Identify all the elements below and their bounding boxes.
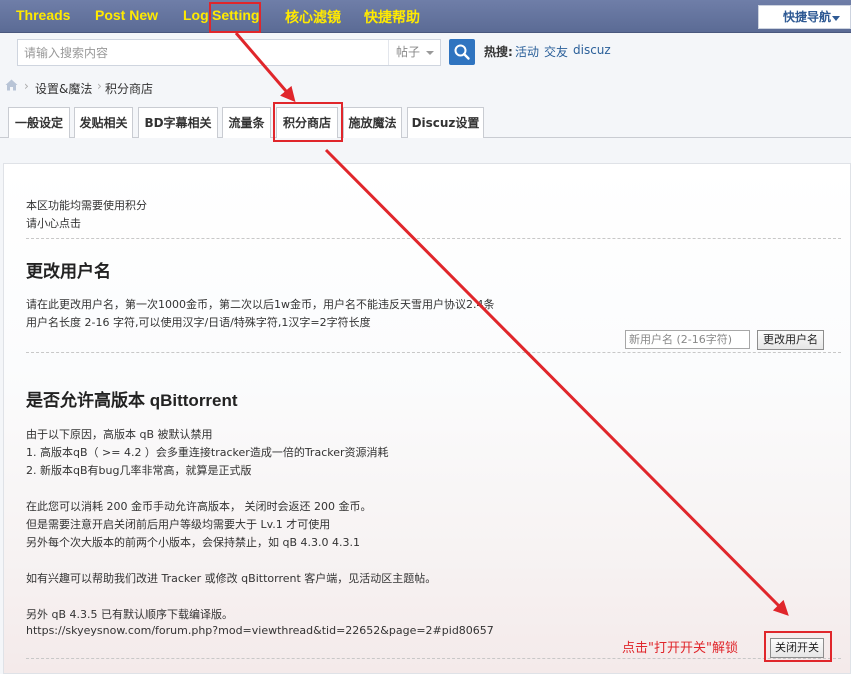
- search-type-select[interactable]: 帖子: [388, 40, 441, 65]
- hot-search-label: 热搜:: [484, 45, 513, 59]
- quick-nav-button[interactable]: 快捷导航: [758, 5, 851, 29]
- search-box: 帖子: [17, 39, 441, 66]
- breadcrumb-settings[interactable]: 设置&魔法: [35, 80, 92, 97]
- rename-desc-2: 用户名长度 2-16 字符,可以使用汉字/日语/特殊字符,1汉字=2字符长度: [26, 316, 371, 329]
- hot-link-social[interactable]: 交友: [544, 43, 568, 60]
- qbt-line: 在此您可以消耗 200 金币手动允许高版本， 关闭时会返还 200 金币。: [26, 500, 372, 513]
- divider: [26, 352, 841, 353]
- nav-log[interactable]: Log: [183, 7, 209, 23]
- nav-core-filter[interactable]: 核心滤镜: [285, 7, 341, 27]
- breadcrumb-shop[interactable]: 积分商店: [105, 80, 153, 97]
- tab-bd-subtitles[interactable]: BD字幕相关: [138, 107, 218, 138]
- hot-link-discuz[interactable]: discuz: [573, 43, 611, 57]
- search-icon: [454, 44, 470, 60]
- new-username-input[interactable]: [625, 330, 750, 349]
- qbt-line: 另外 qB 4.3.5 已有默认顺序下载编译版。: [26, 608, 234, 621]
- search-type-label: 帖子: [396, 45, 421, 59]
- breadcrumb-separator: ›: [24, 79, 29, 93]
- divider: [26, 238, 841, 239]
- tab-cast-magic[interactable]: 施放魔法: [343, 107, 402, 138]
- rename-title: 更改用户名: [26, 262, 111, 281]
- quick-nav-label: 快捷导航: [783, 10, 832, 24]
- highlight-points-shop: [273, 102, 343, 142]
- tab-posting[interactable]: 发贴相关: [74, 107, 133, 138]
- tab-general[interactable]: 一般设定: [8, 107, 70, 138]
- hot-link-activity[interactable]: 活动: [515, 43, 539, 60]
- annotation-text: 点击"打开开关"解锁: [622, 641, 738, 656]
- nav-threads[interactable]: Threads: [16, 7, 70, 23]
- tab-traffic-bar[interactable]: 流量条: [222, 107, 271, 138]
- rename-desc-1: 请在此更改用户名，第一次1000金币，第二次以后1w金币，用户名不能违反天雪用户…: [26, 298, 495, 311]
- chevron-down-icon: [832, 16, 840, 21]
- nav-quick-help[interactable]: 快捷帮助: [364, 7, 420, 27]
- qbt-line: 如有兴趣可以帮助我们改进 Tracker 或修改 qBittorrent 客户端…: [26, 572, 437, 585]
- nav-post-new[interactable]: Post New: [95, 7, 158, 23]
- divider: [26, 658, 841, 659]
- top-nav: Threads Post New Log Setting 核心滤镜 快捷帮助 快…: [0, 0, 851, 33]
- highlight-toggle-button: [764, 631, 832, 662]
- home-icon[interactable]: [5, 79, 18, 91]
- chevron-down-icon: [426, 51, 434, 55]
- qbt-line: 另外每个次大版本的前两个小版本，会保持禁止，如 qB 4.3.0 4.3.1: [26, 536, 360, 549]
- qbt-line: 但是需要注意开启关闭前后用户等级均需要大于 Lv.1 才可使用: [26, 518, 331, 531]
- breadcrumb-separator: ›: [97, 79, 102, 93]
- content-panel: [3, 163, 851, 674]
- notice-line-2: 请小心点击: [26, 217, 81, 230]
- search-button[interactable]: [449, 39, 475, 65]
- notice-line-1: 本区功能均需要使用积分: [26, 199, 147, 212]
- qbt-title: 是否允许高版本 qBittorrent: [26, 391, 238, 410]
- change-username-button[interactable]: 更改用户名: [757, 330, 824, 350]
- highlight-setting: [209, 2, 261, 33]
- qbt-line: 2. 新版本qB有bug几率非常高，就算是正式版: [26, 464, 252, 477]
- qbt-line: 1. 高版本qB（ >= 4.2 ）会多重连接tracker造成一倍的Track…: [26, 446, 389, 459]
- qbt-line: 由于以下原因，高版本 qB 被默认禁用: [26, 428, 213, 441]
- qbt-link[interactable]: https://skyeysnow.com/forum.php?mod=view…: [26, 624, 494, 637]
- tab-discuz-settings[interactable]: Discuz设置: [407, 107, 484, 138]
- search-input[interactable]: [24, 44, 384, 62]
